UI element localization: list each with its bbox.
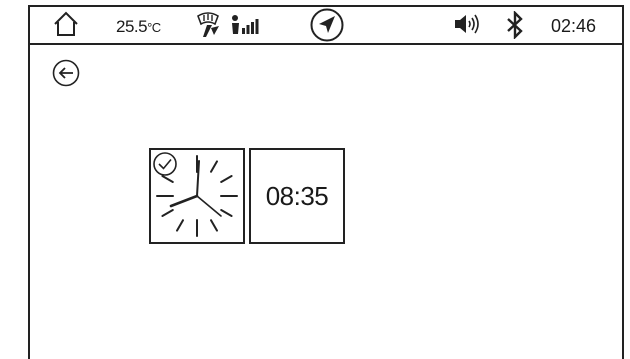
status-clock: 02:46 [551, 16, 597, 36]
navigation-icon[interactable] [309, 7, 345, 43]
bezel-left [28, 5, 30, 359]
display-screen: 25.5°C 02:46 08:35 [0, 0, 630, 359]
bezel-right [622, 5, 624, 359]
temperature-value: 25.5 [116, 17, 148, 36]
bluetooth-icon[interactable] [506, 11, 524, 39]
digital-clock-time: 08:35 [265, 180, 329, 211]
analog-clock-face [153, 152, 238, 237]
check-circle-icon [153, 152, 177, 176]
temperature-readout: 25.5°C [116, 17, 161, 37]
volume-icon[interactable] [454, 13, 482, 35]
home-icon[interactable] [52, 10, 80, 38]
defrost-icon[interactable] [195, 10, 221, 38]
status-bar: 25.5°C 02:46 [30, 7, 624, 43]
status-bar-divider [30, 43, 624, 45]
temperature-unit: °C [147, 20, 161, 35]
analog-clock-widget[interactable] [149, 148, 245, 244]
digital-clock-widget[interactable]: 08:35 [249, 148, 345, 244]
back-arrow-icon[interactable] [52, 59, 80, 87]
fan-speed-icon[interactable] [230, 12, 260, 36]
